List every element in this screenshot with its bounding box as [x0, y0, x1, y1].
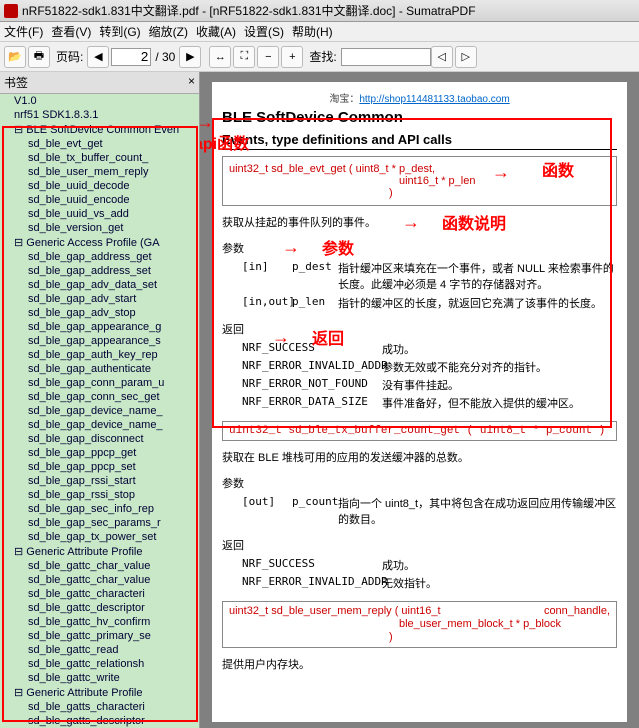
return-label: 返回 [222, 321, 617, 337]
menu-settings[interactable]: 设置(S) [244, 23, 284, 40]
bookmark-item[interactable]: sd_ble_gattc_char_value [0, 573, 199, 587]
bookmark-item[interactable]: sd_ble_gap_conn_sec_get [0, 390, 199, 404]
bookmark-item[interactable]: sd_ble_gap_rssi_stop [0, 488, 199, 502]
bookmark-item[interactable]: sd_ble_uuid_decode [0, 179, 199, 193]
bookmark-item[interactable]: sd_ble_gattc_read [0, 643, 199, 657]
menu-view[interactable]: 查看(V) [51, 23, 91, 40]
bookmark-item[interactable]: sd_ble_gap_ppcp_set [0, 460, 199, 474]
bookmark-item[interactable]: sd_ble_gap_device_name_ [0, 418, 199, 432]
bookmark-item[interactable]: sd_ble_gattc_write [0, 671, 199, 685]
page: 淘宝：http://shop114481133.taobao.com BLE S… [212, 82, 627, 722]
bookmark-item[interactable]: sd_ble_gap_device_name_ [0, 404, 199, 418]
taobao-link[interactable]: http://shop114481133.taobao.com [359, 94, 509, 105]
bookmark-item[interactable]: sd_ble_gap_appearance_s [0, 334, 199, 348]
bookmark-item[interactable]: sd_ble_gattc_characteri [0, 587, 199, 601]
function-signature: uint32_t sd_ble_user_mem_reply ( uint16_… [222, 601, 617, 648]
bookmark-tree: V1.0nrf51 SDK1.8.3.1BLE SoftDevice Commo… [0, 94, 199, 728]
zoom-in-button[interactable]: + [281, 46, 303, 68]
heading-1: BLE SoftDevice Common [222, 109, 617, 126]
bookmark-item[interactable]: sd_ble_user_mem_reply [0, 165, 199, 179]
bookmark-item[interactable]: sd_ble_version_get [0, 221, 199, 235]
function-signature: uint32_t sd_ble_evt_get ( uint8_t * p_de… [222, 156, 617, 206]
bookmark-item[interactable]: sd_ble_gap_address_set [0, 264, 199, 278]
bookmark-item[interactable]: Generic Attribute Profile [0, 685, 199, 700]
fit-page-button[interactable]: ⛶ [233, 46, 255, 68]
page-total: / 30 [155, 50, 175, 64]
zoom-out-button[interactable]: − [257, 46, 279, 68]
bookmark-item[interactable]: sd_ble_gap_ppcp_get [0, 446, 199, 460]
fit-width-button[interactable]: ↔ [209, 46, 231, 68]
print-button[interactable]: 🖶 [28, 46, 50, 68]
bookmark-item[interactable]: sd_ble_gap_tx_power_set [0, 530, 199, 544]
bookmark-item[interactable]: sd_ble_gap_auth_key_rep [0, 348, 199, 362]
bookmark-item[interactable]: sd_ble_gatts_characteri [0, 700, 199, 714]
bookmark-item[interactable]: sd_ble_gattc_relationsh [0, 657, 199, 671]
bookmark-item[interactable]: sd_ble_gap_sec_params_r [0, 516, 199, 530]
bookmark-item[interactable]: sd_ble_gatts_descriptor [0, 714, 199, 728]
bookmark-item[interactable]: sd_ble_gap_adv_stop [0, 306, 199, 320]
bookmark-item[interactable]: sd_ble_gattc_char_value [0, 559, 199, 573]
window-title: nRF51822-sdk1.831中文翻译.pdf - [nRF51822-sd… [22, 2, 476, 19]
menu-help[interactable]: 帮助(H) [292, 23, 333, 40]
bookmarks-sidebar: 书签 × V1.0nrf51 SDK1.8.3.1BLE SoftDevice … [0, 72, 200, 728]
app-icon [4, 4, 18, 18]
close-icon[interactable]: × [188, 74, 195, 91]
bookmark-item[interactable]: nrf51 SDK1.8.3.1 [0, 108, 199, 122]
bookmark-item[interactable]: BLE SoftDevice Common Even [0, 122, 199, 137]
bookmark-item[interactable]: sd_ble_evt_get [0, 137, 199, 151]
params-label: 参数 [222, 240, 617, 256]
find-next-button[interactable]: ▷ [455, 46, 477, 68]
menu-file[interactable]: 文件(F) [4, 23, 43, 40]
sidebar-title: 书签 [4, 74, 28, 91]
find-prev-button[interactable]: ◁ [431, 46, 453, 68]
bookmark-item[interactable]: sd_ble_gap_sec_info_rep [0, 502, 199, 516]
bookmark-item[interactable]: sd_ble_gattc_primary_se [0, 629, 199, 643]
bookmark-item[interactable]: Generic Access Profile (GA [0, 235, 199, 250]
find-label: 查找: [309, 48, 336, 65]
open-button[interactable]: 📂 [4, 46, 26, 68]
menu-goto[interactable]: 转到(G) [99, 23, 140, 40]
prev-page-button[interactable]: ◀ [87, 46, 109, 68]
bookmark-item[interactable]: V1.0 [0, 94, 199, 108]
toolbar: 📂 🖶 页码: ◀ / 30 ▶ ↔ ⛶ − + 查找: ◁ ▷ [0, 42, 639, 72]
bookmark-item[interactable]: sd_ble_gap_adv_start [0, 292, 199, 306]
bookmark-item[interactable]: sd_ble_uuid_vs_add [0, 207, 199, 221]
heading-2: Events, type definitions and API calls [222, 132, 617, 150]
bookmark-item[interactable]: sd_ble_gap_disconnect [0, 432, 199, 446]
page-label: 页码: [56, 48, 83, 65]
menu-bar: 文件(F) 查看(V) 转到(G) 缩放(Z) 收藏(A) 设置(S) 帮助(H… [0, 22, 639, 42]
bookmark-item[interactable]: sd_ble_tx_buffer_count_ [0, 151, 199, 165]
menu-fav[interactable]: 收藏(A) [196, 23, 236, 40]
bookmark-item[interactable]: sd_ble_gattc_descriptor [0, 601, 199, 615]
bookmark-item[interactable]: sd_ble_gap_address_get [0, 250, 199, 264]
page-input[interactable] [111, 48, 151, 66]
bookmark-item[interactable]: sd_ble_gap_rssi_start [0, 474, 199, 488]
title-bar: nRF51822-sdk1.831中文翻译.pdf - [nRF51822-sd… [0, 0, 639, 22]
find-input[interactable] [341, 48, 431, 66]
menu-zoom[interactable]: 缩放(Z) [149, 23, 188, 40]
bookmark-item[interactable]: sd_ble_gattc_hv_confirm [0, 615, 199, 629]
bookmark-item[interactable]: sd_ble_gap_conn_param_u [0, 376, 199, 390]
bookmark-item[interactable]: sd_ble_gap_adv_data_set [0, 278, 199, 292]
bookmark-item[interactable]: Generic Attribute Profile [0, 544, 199, 559]
bookmark-item[interactable]: sd_ble_uuid_encode [0, 193, 199, 207]
function-desc: 获取从挂起的事件队列的事件。 [222, 214, 617, 230]
next-page-button[interactable]: ▶ [179, 46, 201, 68]
bookmark-item[interactable]: sd_ble_gap_appearance_g [0, 320, 199, 334]
bookmark-item[interactable]: sd_ble_gap_authenticate [0, 362, 199, 376]
function-signature: uint32_t sd_ble_tx_buffer_count_get ( ui… [222, 421, 617, 441]
document-view[interactable]: 淘宝：http://shop114481133.taobao.com BLE S… [200, 72, 639, 728]
